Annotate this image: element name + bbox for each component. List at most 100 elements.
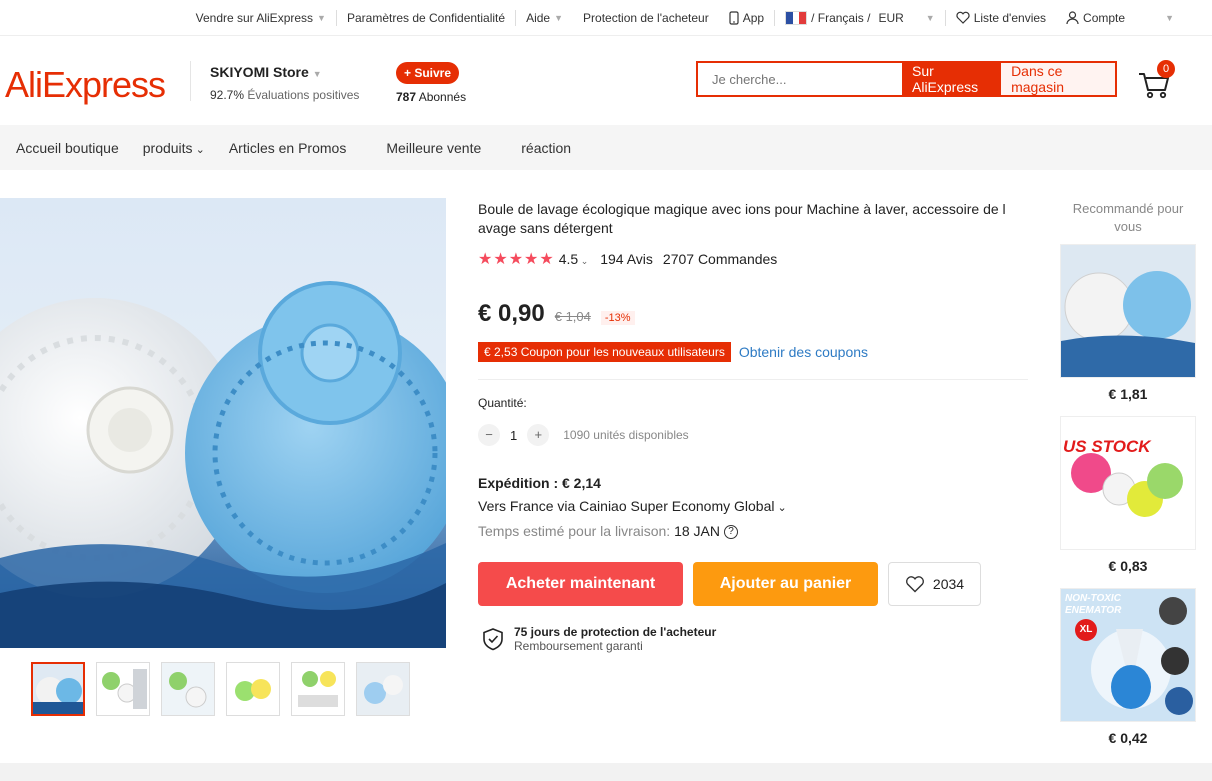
recommended-item[interactable]: NON-TOXIC ENEMATOR XL € 0,42 xyxy=(1060,588,1196,746)
recommended-title: Recommandé pour vous xyxy=(1072,201,1184,234)
thumbnail-image xyxy=(357,663,409,715)
new-user-coupon-tag[interactable]: € 2,53 Coupon pour les nouveaux utilisat… xyxy=(478,342,731,362)
help-menu[interactable]: Aide ▼ xyxy=(516,11,573,25)
nav-item-home[interactable]: Accueil boutique xyxy=(16,140,119,156)
wishlist-button[interactable]: 2034 xyxy=(888,562,981,606)
rating-value[interactable]: 4.5 ⌄ xyxy=(559,251,589,267)
top-bar: Vendre sur AliExpress ▼ Paramètres de Con… xyxy=(0,0,1212,36)
search-aliexpress-button[interactable]: Sur AliExpress xyxy=(902,63,1002,95)
aliexpress-logo[interactable]: AliExpress xyxy=(5,64,166,106)
chevron-down-icon: ▼ xyxy=(312,69,322,79)
privacy-label: Paramètres de Confidentialité xyxy=(346,10,506,25)
account-menu[interactable]: Compte ▼ xyxy=(1056,11,1184,25)
heart-icon xyxy=(956,11,970,24)
chevron-down-icon: ▼ xyxy=(554,12,564,23)
buyer-protection: 75 jours de protection de l'acheteur Rem… xyxy=(482,625,716,653)
language-label: / Français / xyxy=(811,10,871,25)
product-thumbnail-image xyxy=(1061,245,1195,377)
nav-item-products[interactable]: produits ⌄ xyxy=(143,140,205,156)
currency-label: EUR xyxy=(878,10,904,25)
quantity-label: Quantité: xyxy=(478,396,527,410)
thumbnail[interactable] xyxy=(291,662,345,716)
recommended-image: NON-TOXIC ENEMATOR XL xyxy=(1060,588,1196,722)
quantity-stepper: − 1 + 1090 unités disponibles xyxy=(478,424,689,446)
store-name[interactable]: SKIYOMI Store ▼ xyxy=(210,64,359,80)
nav-products-label: produits xyxy=(142,139,193,156)
thumbnail-image xyxy=(97,663,149,715)
thumbnail-strip xyxy=(31,662,410,716)
store-name-label: SKIYOMI Store xyxy=(210,64,309,80)
thumbnail[interactable] xyxy=(96,662,150,716)
help-icon[interactable]: ? xyxy=(724,525,738,540)
header: AliExpress SKIYOMI Store ▼ 92.7% Évaluat… xyxy=(0,36,1212,125)
divider xyxy=(190,61,191,101)
product-main-image[interactable] xyxy=(0,198,446,648)
search-store-button[interactable]: Dans ce magasin xyxy=(1001,63,1115,95)
protection-text: 75 jours de protection de l'acheteur Rem… xyxy=(514,625,716,653)
language-currency-menu[interactable]: / Français / EUR ▼ xyxy=(775,10,945,25)
rating-row: ★★★★★ 4.5 ⌄ 194 Avis 2707 Commandes xyxy=(478,249,777,269)
cart-button[interactable]: 0 xyxy=(1137,60,1175,100)
quantity-value[interactable]: 1 xyxy=(510,428,517,443)
review-count[interactable]: 194 Avis xyxy=(600,251,653,267)
chevron-down-icon: ▼ xyxy=(1165,12,1174,23)
cart-count-badge: 0 xyxy=(1157,60,1175,78)
sell-link[interactable]: Vendre sur AliExpress ▼ xyxy=(186,11,336,25)
chevron-down-icon: ⌄ xyxy=(774,502,787,514)
thumbnail-image xyxy=(162,663,214,715)
delivery-date: 18 JAN xyxy=(674,523,720,539)
recommended-price: € 1,81 xyxy=(1108,386,1148,402)
increase-button[interactable]: + xyxy=(527,424,550,446)
stock-available: 1090 unités disponibles xyxy=(563,428,689,442)
follow-button[interactable]: + Suivre xyxy=(396,62,460,84)
app-link[interactable]: App xyxy=(719,11,774,25)
nav-item-feedback[interactable]: réaction xyxy=(521,140,571,156)
recommended-panel: Recommandé pour vous € 1,81 US STOCK € 0… xyxy=(1060,200,1196,746)
protection-subtitle: Remboursement garanti xyxy=(514,639,643,653)
get-coupons-link[interactable]: Obtenir des coupons xyxy=(739,344,868,360)
sell-label: Vendre sur AliExpress xyxy=(195,10,314,25)
thumbnail[interactable] xyxy=(161,662,215,716)
divider xyxy=(478,379,1028,380)
thumbnail[interactable] xyxy=(226,662,280,716)
account-label: Compte xyxy=(1083,10,1126,25)
shield-check-icon xyxy=(483,628,503,651)
add-to-cart-button[interactable]: Ajouter au panier xyxy=(693,562,878,606)
delivery-estimate: Temps estimé pour la livraison: 18 JAN? xyxy=(478,520,787,543)
shipping-method[interactable]: Vers France via Cainiao Super Economy Gl… xyxy=(478,495,787,520)
decrease-button[interactable]: − xyxy=(478,424,500,446)
price-block: € 0,90 € 1,04 -13% xyxy=(478,300,635,328)
original-price: € 1,04 xyxy=(554,309,591,324)
nav-item-bestsellers[interactable]: Meilleure vente xyxy=(386,140,481,156)
us-stock-overlay: US STOCK xyxy=(1063,437,1151,456)
store-nav: Accueil boutique produits ⌄ Articles en … xyxy=(0,125,1212,170)
search-input[interactable] xyxy=(698,63,902,95)
washing-balls-image xyxy=(0,281,446,648)
help-label: Aide xyxy=(526,10,551,25)
thumbnail[interactable] xyxy=(31,662,85,716)
recommended-image xyxy=(1060,244,1196,378)
followers: 787 Abonnés xyxy=(396,90,466,104)
protection-label: Protection de l'acheteur xyxy=(583,10,709,25)
nav-item-promos[interactable]: Articles en Promos xyxy=(229,140,346,156)
buy-now-button[interactable]: Acheter maintenant xyxy=(478,562,683,606)
search-bar: Sur AliExpress Dans ce magasin xyxy=(696,61,1117,97)
chevron-down-icon: ⌄ xyxy=(192,143,205,156)
recommended-image: US STOCK xyxy=(1060,416,1196,550)
privacy-link[interactable]: Paramètres de Confidentialité xyxy=(337,11,515,25)
enemator-overlay: NON-TOXIC ENEMATOR xyxy=(1065,593,1122,616)
thumbnail[interactable] xyxy=(356,662,410,716)
thumbnail-image xyxy=(292,663,344,715)
delivery-label: Temps estimé pour la livraison: xyxy=(478,523,671,539)
thumbnail-image xyxy=(33,664,83,714)
phone-icon xyxy=(729,10,739,25)
recommended-item[interactable]: US STOCK € 0,83 xyxy=(1060,416,1196,574)
buyer-protection-link[interactable]: Protection de l'acheteur xyxy=(573,11,719,25)
recommended-item[interactable]: € 1,81 xyxy=(1060,244,1196,402)
recommended-price: € 0,83 xyxy=(1108,558,1148,574)
wishlist-link[interactable]: Liste d'envies xyxy=(946,11,1056,25)
followers-label: Abonnés xyxy=(418,90,467,104)
order-count: 2707 Commandes xyxy=(662,251,778,267)
recommended-price: € 0,42 xyxy=(1108,730,1148,746)
follow-block: + Suivre 787 Abonnés xyxy=(396,62,466,104)
